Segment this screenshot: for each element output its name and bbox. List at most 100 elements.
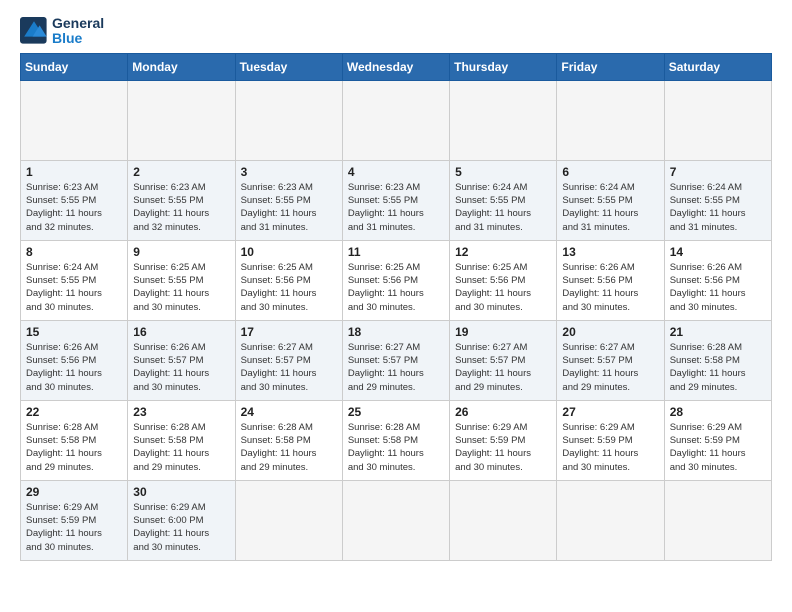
day-info: Sunrise: 6:23 AM Sunset: 5:55 PM Dayligh… bbox=[133, 181, 229, 234]
day-info: Sunrise: 6:23 AM Sunset: 5:55 PM Dayligh… bbox=[241, 181, 337, 234]
day-info: Sunrise: 6:29 AM Sunset: 6:00 PM Dayligh… bbox=[133, 501, 229, 554]
day-info: Sunrise: 6:28 AM Sunset: 5:58 PM Dayligh… bbox=[348, 421, 444, 474]
calendar-week-row: 8Sunrise: 6:24 AM Sunset: 5:55 PM Daylig… bbox=[21, 240, 772, 320]
calendar-cell: 5 Sunrise: 6:24 AM Sunset: 5:55 PM Daylig… bbox=[450, 160, 557, 240]
day-info: Sunrise: 6:29 AM Sunset: 5:59 PM Dayligh… bbox=[26, 501, 122, 554]
logo-text: General Blue bbox=[52, 16, 104, 47]
calendar-cell: 1 Sunrise: 6:23 AM Sunset: 5:55 PM Daylig… bbox=[21, 160, 128, 240]
calendar-table: SundayMondayTuesdayWednesdayThursdayFrid… bbox=[20, 53, 772, 561]
calendar-cell bbox=[557, 80, 664, 160]
day-number: 1 bbox=[26, 165, 122, 179]
calendar-cell: 11 Sunrise: 6:25 AM Sunset: 5:56 PM Dayli… bbox=[342, 240, 449, 320]
calendar-week-row bbox=[21, 80, 772, 160]
day-info: Sunrise: 6:27 AM Sunset: 5:57 PM Dayligh… bbox=[348, 341, 444, 394]
day-number: 2 bbox=[133, 165, 229, 179]
day-number: 3 bbox=[241, 165, 337, 179]
day-number: 13 bbox=[562, 245, 658, 259]
day-info: Sunrise: 6:26 AM Sunset: 5:57 PM Dayligh… bbox=[133, 341, 229, 394]
weekday-header: Sunday bbox=[21, 53, 128, 80]
weekday-header: Friday bbox=[557, 53, 664, 80]
calendar-cell bbox=[235, 80, 342, 160]
calendar-cell bbox=[342, 480, 449, 560]
logo-general: General bbox=[52, 16, 104, 31]
day-info: Sunrise: 6:27 AM Sunset: 5:57 PM Dayligh… bbox=[562, 341, 658, 394]
day-number: 7 bbox=[670, 165, 766, 179]
calendar-cell: 18 Sunrise: 6:27 AM Sunset: 5:57 PM Dayli… bbox=[342, 320, 449, 400]
calendar-cell: 25 Sunrise: 6:28 AM Sunset: 5:58 PM Dayli… bbox=[342, 400, 449, 480]
calendar-cell bbox=[235, 480, 342, 560]
day-info: Sunrise: 6:23 AM Sunset: 5:55 PM Dayligh… bbox=[348, 181, 444, 234]
calendar-cell bbox=[664, 80, 771, 160]
calendar-cell: 26Sunrise: 6:29 AM Sunset: 5:59 PM Dayli… bbox=[450, 400, 557, 480]
day-info: Sunrise: 6:29 AM Sunset: 5:59 PM Dayligh… bbox=[562, 421, 658, 474]
header: General Blue bbox=[20, 16, 772, 47]
calendar-week-row: 1 Sunrise: 6:23 AM Sunset: 5:55 PM Daylig… bbox=[21, 160, 772, 240]
calendar-cell: 24Sunrise: 6:28 AM Sunset: 5:58 PM Dayli… bbox=[235, 400, 342, 480]
weekday-header: Saturday bbox=[664, 53, 771, 80]
calendar-cell bbox=[342, 80, 449, 160]
calendar-cell: 3 Sunrise: 6:23 AM Sunset: 5:55 PM Daylig… bbox=[235, 160, 342, 240]
day-number: 4 bbox=[348, 165, 444, 179]
calendar-cell: 22Sunrise: 6:28 AM Sunset: 5:58 PM Dayli… bbox=[21, 400, 128, 480]
calendar-cell bbox=[21, 80, 128, 160]
day-info: Sunrise: 6:26 AM Sunset: 5:56 PM Dayligh… bbox=[26, 341, 122, 394]
day-info: Sunrise: 6:25 AM Sunset: 5:56 PM Dayligh… bbox=[348, 261, 444, 314]
calendar-week-row: 29 Sunrise: 6:29 AM Sunset: 5:59 PM Dayli… bbox=[21, 480, 772, 560]
calendar-cell: 30Sunrise: 6:29 AM Sunset: 6:00 PM Dayli… bbox=[128, 480, 235, 560]
day-number: 29 bbox=[26, 485, 122, 499]
day-number: 27 bbox=[562, 405, 658, 419]
day-info: Sunrise: 6:25 AM Sunset: 5:55 PM Dayligh… bbox=[133, 261, 229, 314]
logo: General Blue bbox=[20, 16, 104, 47]
day-info: Sunrise: 6:24 AM Sunset: 5:55 PM Dayligh… bbox=[26, 261, 122, 314]
day-number: 17 bbox=[241, 325, 337, 339]
day-number: 18 bbox=[348, 325, 444, 339]
day-number: 21 bbox=[670, 325, 766, 339]
calendar-cell: 15 Sunrise: 6:26 AM Sunset: 5:56 PM Dayli… bbox=[21, 320, 128, 400]
calendar-cell bbox=[557, 480, 664, 560]
day-number: 5 bbox=[455, 165, 551, 179]
calendar-cell: 6 Sunrise: 6:24 AM Sunset: 5:55 PM Daylig… bbox=[557, 160, 664, 240]
calendar-cell: 20 Sunrise: 6:27 AM Sunset: 5:57 PM Dayli… bbox=[557, 320, 664, 400]
calendar-cell: 4 Sunrise: 6:23 AM Sunset: 5:55 PM Daylig… bbox=[342, 160, 449, 240]
calendar-cell: 10Sunrise: 6:25 AM Sunset: 5:56 PM Dayli… bbox=[235, 240, 342, 320]
day-number: 15 bbox=[26, 325, 122, 339]
day-number: 28 bbox=[670, 405, 766, 419]
calendar-cell: 8Sunrise: 6:24 AM Sunset: 5:55 PM Daylig… bbox=[21, 240, 128, 320]
day-info: Sunrise: 6:25 AM Sunset: 5:56 PM Dayligh… bbox=[455, 261, 551, 314]
day-number: 6 bbox=[562, 165, 658, 179]
weekday-header: Thursday bbox=[450, 53, 557, 80]
calendar-cell bbox=[664, 480, 771, 560]
calendar-cell: 17 Sunrise: 6:27 AM Sunset: 5:57 PM Dayli… bbox=[235, 320, 342, 400]
calendar-cell: 9Sunrise: 6:25 AM Sunset: 5:55 PM Daylig… bbox=[128, 240, 235, 320]
day-info: Sunrise: 6:29 AM Sunset: 5:59 PM Dayligh… bbox=[670, 421, 766, 474]
day-number: 11 bbox=[348, 245, 444, 259]
day-number: 20 bbox=[562, 325, 658, 339]
calendar-cell: 14Sunrise: 6:26 AM Sunset: 5:56 PM Dayli… bbox=[664, 240, 771, 320]
calendar-cell: 12Sunrise: 6:25 AM Sunset: 5:56 PM Dayli… bbox=[450, 240, 557, 320]
weekday-header: Wednesday bbox=[342, 53, 449, 80]
day-number: 25 bbox=[348, 405, 444, 419]
day-info: Sunrise: 6:24 AM Sunset: 5:55 PM Dayligh… bbox=[455, 181, 551, 234]
calendar-cell: 23 Sunrise: 6:28 AM Sunset: 5:58 PM Dayli… bbox=[128, 400, 235, 480]
day-info: Sunrise: 6:27 AM Sunset: 5:57 PM Dayligh… bbox=[241, 341, 337, 394]
day-number: 16 bbox=[133, 325, 229, 339]
day-number: 26 bbox=[455, 405, 551, 419]
day-number: 14 bbox=[670, 245, 766, 259]
day-info: Sunrise: 6:28 AM Sunset: 5:58 PM Dayligh… bbox=[133, 421, 229, 474]
day-info: Sunrise: 6:24 AM Sunset: 5:55 PM Dayligh… bbox=[562, 181, 658, 234]
logo-icon bbox=[20, 17, 48, 45]
calendar-week-row: 22Sunrise: 6:28 AM Sunset: 5:58 PM Dayli… bbox=[21, 400, 772, 480]
calendar-cell: 13 Sunrise: 6:26 AM Sunset: 5:56 PM Dayli… bbox=[557, 240, 664, 320]
calendar-cell: 19Sunrise: 6:27 AM Sunset: 5:57 PM Dayli… bbox=[450, 320, 557, 400]
day-info: Sunrise: 6:24 AM Sunset: 5:55 PM Dayligh… bbox=[670, 181, 766, 234]
calendar-cell bbox=[450, 80, 557, 160]
day-info: Sunrise: 6:28 AM Sunset: 5:58 PM Dayligh… bbox=[670, 341, 766, 394]
day-info: Sunrise: 6:28 AM Sunset: 5:58 PM Dayligh… bbox=[26, 421, 122, 474]
day-number: 23 bbox=[133, 405, 229, 419]
day-info: Sunrise: 6:26 AM Sunset: 5:56 PM Dayligh… bbox=[562, 261, 658, 314]
logo-blue: Blue bbox=[52, 31, 104, 46]
calendar-cell: 16 Sunrise: 6:26 AM Sunset: 5:57 PM Dayli… bbox=[128, 320, 235, 400]
calendar-header-row: SundayMondayTuesdayWednesdayThursdayFrid… bbox=[21, 53, 772, 80]
day-number: 10 bbox=[241, 245, 337, 259]
day-info: Sunrise: 6:23 AM Sunset: 5:55 PM Dayligh… bbox=[26, 181, 122, 234]
